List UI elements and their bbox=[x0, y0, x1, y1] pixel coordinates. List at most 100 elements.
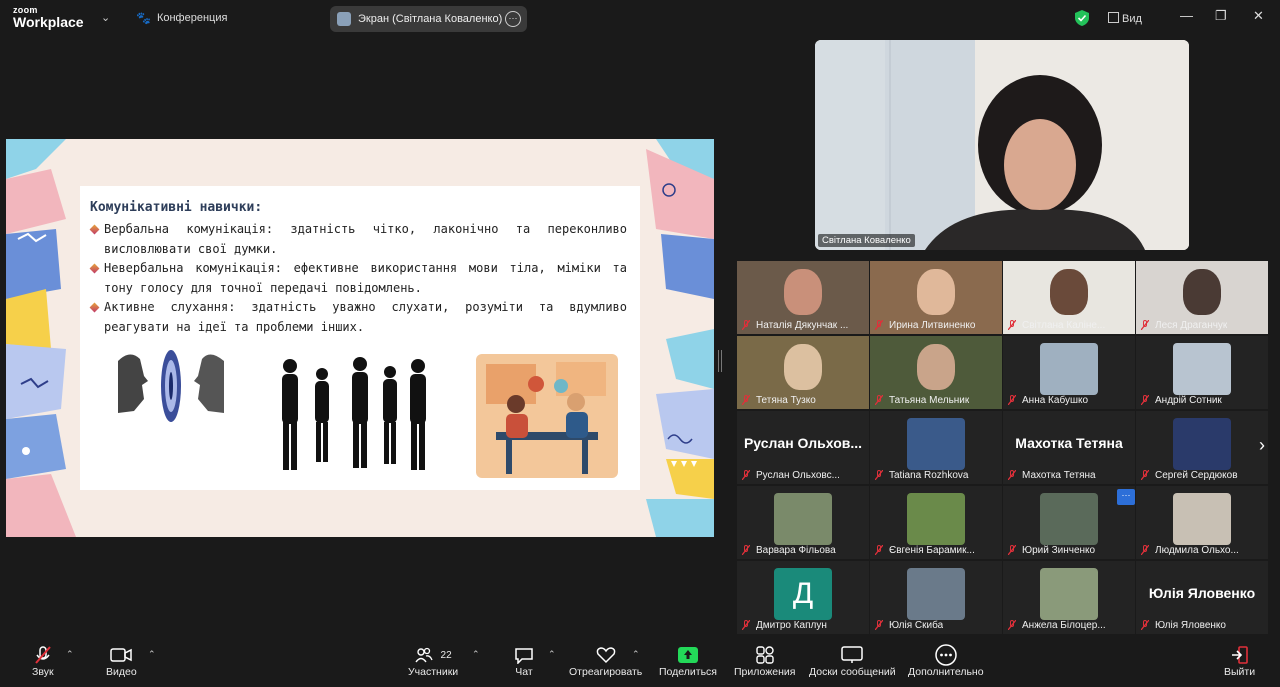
apps-button[interactable]: Приложения bbox=[734, 644, 795, 678]
participant-tile[interactable]: Тетяна Тузко bbox=[737, 336, 869, 409]
audio-button[interactable]: Звук bbox=[32, 644, 54, 678]
view-label: Вид bbox=[1122, 13, 1142, 25]
active-speaker-name: Світлана Коваленко bbox=[818, 234, 915, 247]
participant-tile[interactable]: Юлія Скиба bbox=[870, 561, 1002, 634]
apps-label: Приложения bbox=[734, 666, 796, 678]
participant-tile[interactable]: Tatiana Rozhkova bbox=[870, 411, 1002, 484]
participant-display-name: Юлія Яловенко bbox=[1148, 585, 1256, 601]
chat-options-caret[interactable]: ⌃ bbox=[548, 649, 556, 660]
audio-label: Звук bbox=[32, 666, 54, 678]
mic-muted-icon bbox=[1141, 320, 1149, 330]
apps-icon bbox=[756, 646, 774, 664]
logo-bottom-text: Workplace bbox=[13, 14, 84, 30]
bullet-text: Вербальна комунікація: здатність чітко, … bbox=[104, 222, 627, 256]
more-options-icon[interactable]: ··· bbox=[505, 11, 521, 27]
mic-muted-icon bbox=[742, 545, 750, 555]
mic-muted-icon bbox=[1141, 620, 1149, 630]
participant-tile[interactable]: Руслан Ольхов... Руслан Ольховс... bbox=[737, 411, 869, 484]
next-page-icon[interactable]: › bbox=[1259, 435, 1265, 456]
participant-video-thumb bbox=[1173, 343, 1231, 395]
view-button[interactable]: Вид bbox=[1108, 12, 1142, 25]
chat-button[interactable]: Чат bbox=[514, 644, 534, 678]
participant-tile[interactable]: Юлія Яловенко Юлія Яловенко bbox=[1136, 561, 1268, 634]
participant-tile[interactable]: Андрій Сотник bbox=[1136, 336, 1268, 409]
screen-share-pill[interactable]: Экран (Світлана Коваленко) ··· bbox=[330, 6, 527, 32]
mic-muted-icon bbox=[742, 320, 750, 330]
whiteboards-button[interactable]: Доски сообщений bbox=[809, 644, 896, 678]
mic-muted-icon bbox=[875, 395, 883, 405]
participant-name: Тетяна Тузко bbox=[756, 395, 816, 406]
mic-muted-icon bbox=[742, 470, 750, 480]
meeting-info-button[interactable]: 🐾 Конференция bbox=[136, 11, 227, 25]
slide-bullet-listening: Активне слухання: здатність уважно слуха… bbox=[89, 298, 627, 337]
participants-options-caret[interactable]: ⌃ bbox=[472, 649, 480, 660]
video-button[interactable]: Видео bbox=[106, 644, 137, 678]
participant-video-thumb bbox=[907, 418, 965, 470]
minimize-button[interactable]: — bbox=[1180, 8, 1193, 23]
security-shield-icon[interactable] bbox=[1075, 10, 1089, 26]
leave-label: Выйти bbox=[1224, 666, 1256, 678]
participant-face bbox=[784, 269, 822, 315]
participant-name: Tatiana Rozhkova bbox=[889, 470, 969, 481]
avatar-letter: Д bbox=[792, 577, 814, 610]
participant-tile[interactable]: Ирина Литвиненко bbox=[870, 261, 1002, 334]
participant-tile[interactable]: Наталія Дякунчак ... bbox=[737, 261, 869, 334]
leave-button[interactable]: Выйти bbox=[1224, 644, 1255, 678]
slide-content-card: Комунікативні навички: Вербальна комунік… bbox=[80, 186, 640, 490]
participant-tile[interactable]: Варвара Фільова bbox=[737, 486, 869, 559]
participant-video-thumb bbox=[774, 493, 832, 545]
resize-handle[interactable] bbox=[718, 350, 722, 372]
participants-button[interactable]: 22 Участники bbox=[408, 644, 458, 678]
participant-face bbox=[917, 344, 955, 390]
participant-tile[interactable]: Євгенія Барамик... bbox=[870, 486, 1002, 559]
tile-more-button[interactable]: ··· bbox=[1117, 489, 1135, 505]
mic-muted-icon bbox=[742, 395, 750, 405]
participant-tile[interactable]: Юрий Зинченко bbox=[1003, 486, 1135, 559]
chevron-down-icon[interactable]: ⌄ bbox=[101, 11, 110, 24]
bullet-text: Активне слухання: здатність уважно слуха… bbox=[104, 300, 627, 334]
participant-face bbox=[1183, 269, 1221, 315]
participant-video-thumb bbox=[1040, 343, 1098, 395]
active-speaker-video[interactable]: Світлана Коваленко bbox=[815, 40, 1189, 250]
more-button[interactable]: Дополнительно bbox=[908, 644, 984, 678]
bullet-text: Невербальна комунікація: ефективне викор… bbox=[104, 261, 627, 295]
meeting-label: Конференция bbox=[156, 12, 228, 24]
maximize-button[interactable]: ❐ bbox=[1215, 8, 1227, 24]
participant-face bbox=[784, 344, 822, 390]
avatar bbox=[337, 12, 351, 26]
participant-name: Сергей Сердюков bbox=[1155, 470, 1238, 481]
mic-muted-icon bbox=[1008, 545, 1016, 555]
participants-count: 22 bbox=[440, 649, 452, 661]
participant-name: Варвара Фільова bbox=[756, 545, 836, 556]
participant-name: Махотка Тетяна bbox=[1022, 470, 1096, 481]
video-options-caret[interactable]: ⌃ bbox=[148, 649, 156, 660]
participant-tile[interactable]: Леся Драганчук bbox=[1136, 261, 1268, 334]
participant-tile[interactable]: Світлана Каліне... bbox=[1003, 261, 1135, 334]
participant-face bbox=[1050, 269, 1088, 315]
more-icon bbox=[935, 644, 957, 666]
participant-tile[interactable]: Татьяна Мельник bbox=[870, 336, 1002, 409]
mic-muted-icon bbox=[1008, 395, 1016, 405]
profiles-illustration bbox=[110, 341, 232, 431]
heart-icon bbox=[596, 647, 615, 664]
participant-tile[interactable]: Людмила Ольхо... bbox=[1136, 486, 1268, 559]
meeting-illustration bbox=[476, 354, 618, 478]
participant-tile[interactable]: Анна Кабушко bbox=[1003, 336, 1135, 409]
mic-muted-icon bbox=[1141, 395, 1149, 405]
close-button[interactable]: ✕ bbox=[1253, 8, 1264, 24]
react-label: Отреагировать bbox=[569, 666, 643, 678]
participant-tile[interactable]: Сергей Сердюков bbox=[1136, 411, 1268, 484]
participant-tile[interactable]: Анжела Білоцер... bbox=[1003, 561, 1135, 634]
react-options-caret[interactable]: ⌃ bbox=[632, 649, 640, 660]
audio-options-caret[interactable]: ⌃ bbox=[66, 649, 74, 660]
participants-label: Участники bbox=[408, 666, 459, 678]
participant-name: Юлія Скиба bbox=[889, 620, 944, 631]
participant-name: Наталія Дякунчак ... bbox=[756, 320, 849, 331]
chat-label: Чат bbox=[515, 666, 533, 678]
share-button[interactable]: Поделиться bbox=[659, 644, 717, 678]
participant-tile[interactable]: Махотка Тетяна Махотка Тетяна bbox=[1003, 411, 1135, 484]
participant-name: Світлана Каліне... bbox=[1022, 320, 1106, 331]
slide-bullet-nonverbal: Невербальна комунікація: ефективне викор… bbox=[89, 259, 627, 298]
participant-video-thumb bbox=[1173, 493, 1231, 545]
participant-tile[interactable]: Д Дмитро Каплун bbox=[737, 561, 869, 634]
